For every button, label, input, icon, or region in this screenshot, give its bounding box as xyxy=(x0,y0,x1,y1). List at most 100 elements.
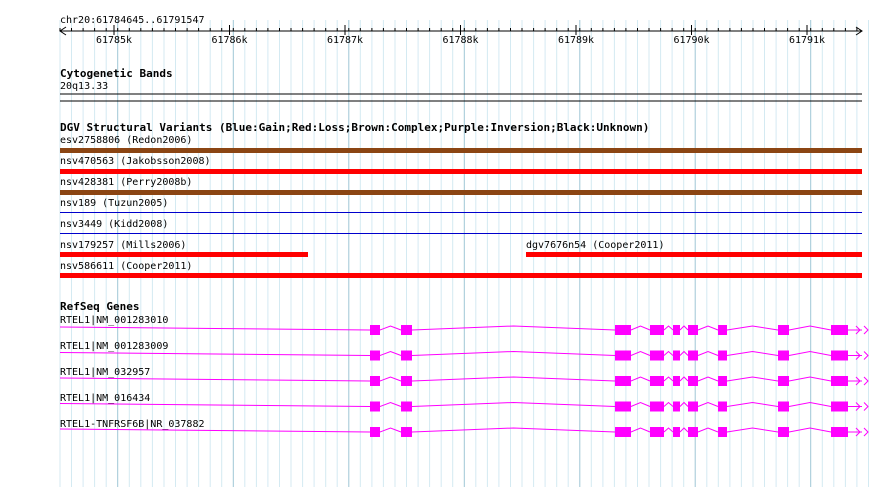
gene-exon[interactable] xyxy=(370,401,380,412)
gene-exon[interactable] xyxy=(688,325,698,335)
gene-exon[interactable] xyxy=(778,376,789,386)
gene-exon[interactable] xyxy=(831,325,848,335)
gene-intron xyxy=(788,427,832,433)
gene-exon[interactable] xyxy=(688,427,698,437)
dgv-track-title: DGV Structural Variants (Blue:Gain;Red:L… xyxy=(60,121,650,134)
gene-intron xyxy=(630,401,651,407)
dgv-variant-label[interactable]: dgv7676n54 (Cooper2011) xyxy=(526,240,664,251)
gene-exon[interactable] xyxy=(650,376,664,386)
gene-exon[interactable] xyxy=(778,401,789,412)
dgv-variant-bar[interactable] xyxy=(60,233,862,234)
dgv-variant-label[interactable]: esv2758806 (Redon2006) xyxy=(60,135,192,146)
gene-intron xyxy=(788,350,832,356)
gene-exon[interactable] xyxy=(831,427,848,437)
strand-arrow-icon xyxy=(863,351,869,360)
gene-exon[interactable] xyxy=(778,350,789,361)
refseq-gene-label[interactable]: RTEL1|NM_016434 xyxy=(60,393,150,404)
cytoband-track-title: Cytogenetic Bands xyxy=(60,67,173,80)
cytoband-label[interactable]: 20q13.33 xyxy=(60,81,108,92)
dgv-variant-label[interactable]: nsv189 (Tuzun2005) xyxy=(60,198,168,209)
gene-exon[interactable] xyxy=(650,325,664,335)
ruler-tick-label: 61787k xyxy=(326,35,364,46)
ruler-tick-label: 61790k xyxy=(673,35,710,46)
gene-intron xyxy=(697,427,719,433)
dgv-variant-label[interactable]: nsv179257 (Mills2006) xyxy=(60,240,186,251)
dgv-variant-bar[interactable] xyxy=(526,252,862,257)
gene-intron xyxy=(788,325,832,331)
gene-exon[interactable] xyxy=(673,350,680,361)
dgv-variant-label[interactable]: nsv3449 (Kidd2008) xyxy=(60,219,168,230)
gene-exon[interactable] xyxy=(718,401,727,412)
strand-arrow-icon xyxy=(863,325,869,335)
dgv-variant-label[interactable]: nsv586611 (Cooper2011) xyxy=(60,261,192,272)
gene-exon[interactable] xyxy=(401,376,412,386)
gene-exon[interactable] xyxy=(650,427,664,437)
dgv-variant-bar[interactable] xyxy=(60,148,862,153)
gene-exon[interactable] xyxy=(688,401,698,412)
dgv-variant-bar[interactable] xyxy=(60,190,862,195)
gene-intron xyxy=(411,325,616,331)
ruler-tick-label: 61789k xyxy=(557,35,595,46)
gene-exon[interactable] xyxy=(688,350,698,361)
strand-arrow-icon xyxy=(863,402,869,411)
gene-intron xyxy=(697,376,719,382)
gene-exon[interactable] xyxy=(401,401,412,412)
gene-exon[interactable] xyxy=(831,401,848,412)
gene-exon[interactable] xyxy=(688,376,698,386)
gene-intron xyxy=(630,376,651,382)
gene-exon[interactable] xyxy=(778,427,789,437)
ruler-tick-label: 61785k xyxy=(95,35,133,46)
refseq-gene-label[interactable]: RTEL1|NM_001283010 xyxy=(60,315,168,326)
gene-intron xyxy=(788,376,832,382)
gene-exon[interactable] xyxy=(615,350,631,361)
refseq-gene-label[interactable]: RTEL1|NM_032957 xyxy=(60,367,150,378)
gene-exon[interactable] xyxy=(615,427,631,437)
gene-exon[interactable] xyxy=(718,427,727,437)
gene-exon[interactable] xyxy=(401,325,412,335)
dgv-variant-bar[interactable] xyxy=(60,252,308,257)
gene-exon[interactable] xyxy=(718,350,727,361)
gene-exon[interactable] xyxy=(615,401,631,412)
gene-exon[interactable] xyxy=(370,350,380,361)
gene-intron xyxy=(411,401,616,407)
strand-arrow-icon xyxy=(863,376,869,386)
gene-exon[interactable] xyxy=(401,427,412,437)
gene-exon[interactable] xyxy=(673,376,680,386)
gene-exon[interactable] xyxy=(370,376,380,386)
gene-exon[interactable] xyxy=(370,427,380,437)
gene-exon[interactable] xyxy=(831,376,848,386)
gene-intron xyxy=(411,376,616,382)
gene-intron xyxy=(697,325,719,331)
gene-intron xyxy=(697,401,719,407)
dgv-variant-bar[interactable] xyxy=(60,169,862,174)
gene-intron xyxy=(411,350,616,356)
ruler-region-label: chr20:61784645..61791547 xyxy=(60,15,205,26)
strand-arrow-icon xyxy=(863,427,869,437)
gene-exon[interactable] xyxy=(673,401,680,412)
dgv-variant-label[interactable]: nsv428381 (Perry2008b) xyxy=(60,177,192,188)
gene-intron xyxy=(697,350,719,356)
refseq-gene-label[interactable]: RTEL1-TNFRSF6B|NR_037882 xyxy=(60,419,205,430)
refseq-gene-label[interactable]: RTEL1|NM_001283009 xyxy=(60,341,168,352)
gene-intron xyxy=(630,427,651,433)
gene-exon[interactable] xyxy=(718,325,727,335)
gene-exon[interactable] xyxy=(778,325,789,335)
dgv-variant-label[interactable]: nsv470563 (Jakobsson2008) xyxy=(60,156,211,167)
gene-exon[interactable] xyxy=(650,401,664,412)
gene-exon[interactable] xyxy=(401,350,412,361)
gene-intron xyxy=(630,350,651,356)
gene-exon[interactable] xyxy=(673,325,680,335)
gene-exon[interactable] xyxy=(650,350,664,361)
ruler-tick-label: 61788k xyxy=(442,35,479,46)
gene-exon[interactable] xyxy=(615,376,631,386)
dgv-variant-bar[interactable] xyxy=(60,212,862,213)
gene-exon[interactable] xyxy=(718,376,727,386)
gene-exon[interactable] xyxy=(673,427,680,437)
gene-exon[interactable] xyxy=(370,325,380,335)
gene-exon[interactable] xyxy=(615,325,631,335)
ruler-ticks xyxy=(59,25,858,35)
dgv-variant-bar[interactable] xyxy=(60,273,862,278)
gene-exon[interactable] xyxy=(831,350,848,361)
gene-intron xyxy=(788,401,832,407)
gene-intron xyxy=(630,325,651,331)
